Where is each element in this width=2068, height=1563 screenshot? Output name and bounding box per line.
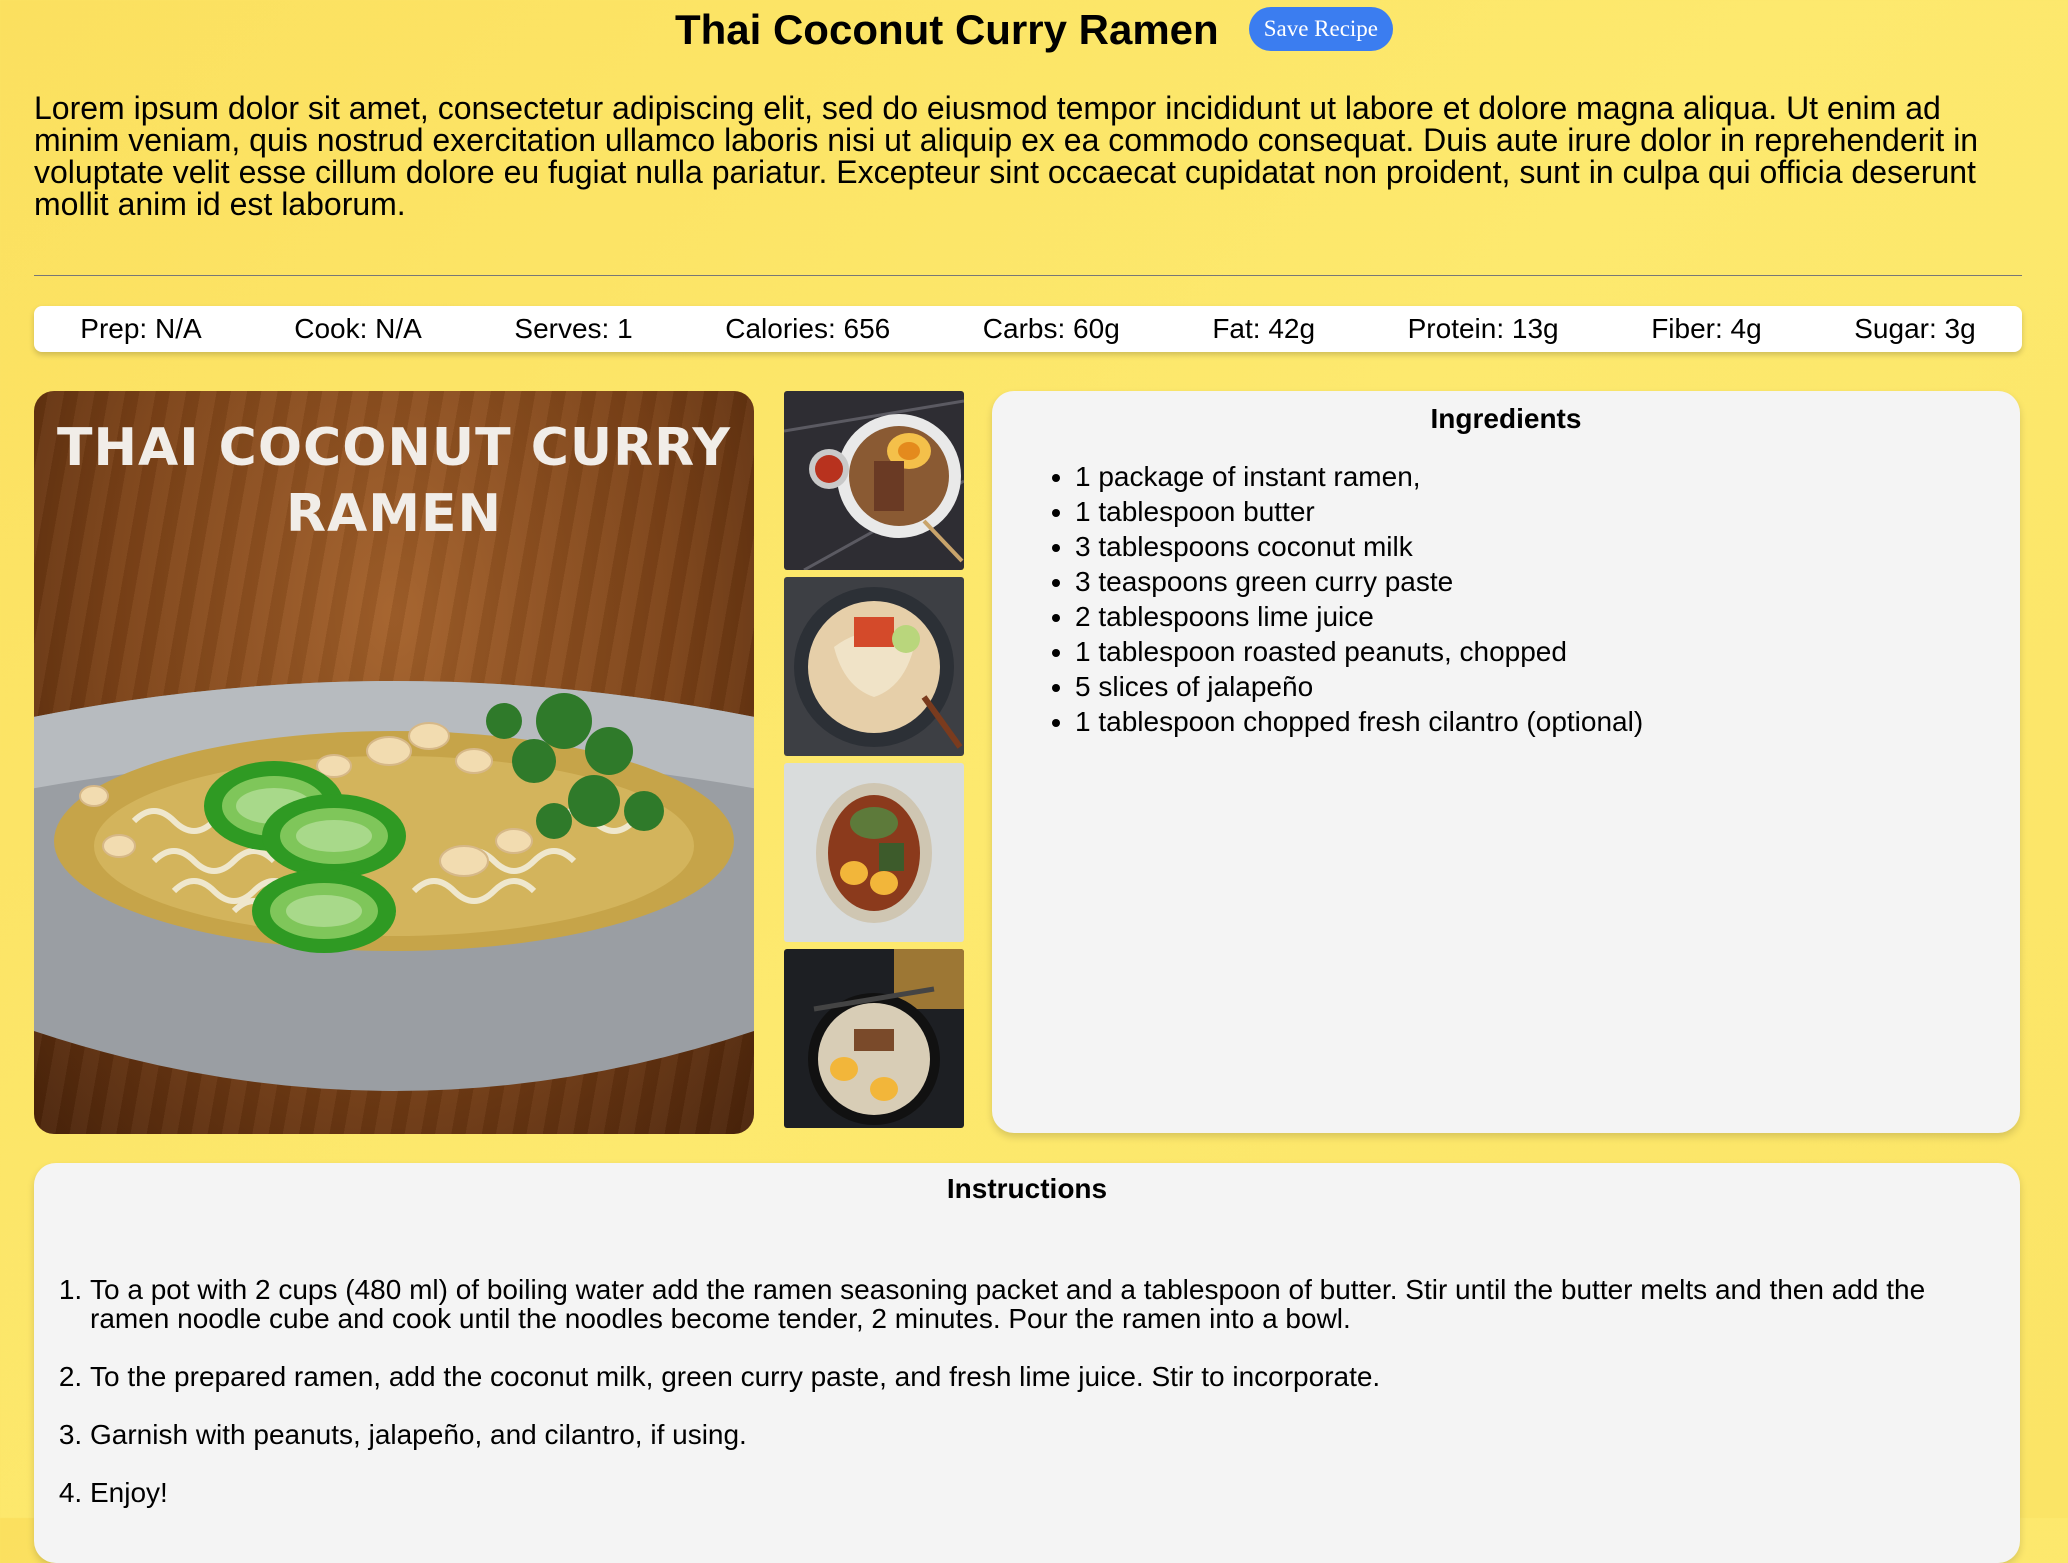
instruction-step: Garnish with peanuts, jalapeño, and cila… <box>90 1420 1940 1449</box>
ingredients-panel: Ingredients 1 package of instant ramen, … <box>992 391 2020 1133</box>
thumbnail-1[interactable] <box>784 391 964 570</box>
ingredient-item: 1 package of instant ramen, <box>1075 459 2020 494</box>
hero-overlay-title: THAI COCONUT CURRY RAMEN <box>56 418 732 544</box>
ingredient-item: 1 tablespoon roasted peanuts, chopped <box>1075 634 2020 669</box>
instructions-list: To a pot with 2 cups (480 ml) of boiling… <box>34 1275 2020 1507</box>
ingredient-item: 1 tablespoon butter <box>1075 494 2020 529</box>
stat-fiber: Fiber: 4g <box>1651 313 1762 344</box>
stat-sugar: Sugar: 3g <box>1854 313 1976 344</box>
instruction-step: Enjoy! <box>90 1478 1940 1507</box>
instruction-step: To a pot with 2 cups (480 ml) of boiling… <box>90 1275 1940 1333</box>
thumbnail-4[interactable] <box>784 949 964 1128</box>
ingredient-item: 5 slices of jalapeño <box>1075 669 2020 704</box>
nutrition-stats-bar: Prep: N/A Cook: N/A Serves: 1 Calories: … <box>34 306 2022 352</box>
page-header: Thai Coconut Curry Ramen Save Recipe <box>0 0 2068 60</box>
ingredient-item: 2 tablespoons lime juice <box>1075 599 2020 634</box>
ingredient-item: 3 teaspoons green curry paste <box>1075 564 2020 599</box>
hero-image: THAI COCONUT CURRY RAMEN <box>34 391 754 1134</box>
thumbnail-2[interactable] <box>784 577 964 756</box>
instructions-heading: Instructions <box>946 1173 1108 1204</box>
stat-prep: Prep: N/A <box>80 313 202 344</box>
ingredients-list: 1 package of instant ramen, 1 tablespoon… <box>992 459 2020 739</box>
divider <box>34 275 2022 276</box>
stat-calories: Calories: 656 <box>725 313 891 344</box>
instruction-step: To the prepared ramen, add the coconut m… <box>90 1362 1940 1391</box>
recipe-description: Lorem ipsum dolor sit amet, consectetur … <box>34 90 1979 222</box>
thumbnail-gallery <box>784 391 964 1135</box>
ingredients-heading: Ingredients <box>1430 403 1582 434</box>
stat-fat: Fat: 42g <box>1212 313 1316 344</box>
instructions-panel: Instructions To a pot with 2 cups (480 m… <box>34 1163 2020 1563</box>
ingredient-item: 1 tablespoon chopped fresh cilantro (opt… <box>1075 704 2020 739</box>
page-title: Thai Coconut Curry Ramen <box>674 6 1219 53</box>
thumbnail-3[interactable] <box>784 763 964 942</box>
save-recipe-button[interactable]: Save Recipe <box>1248 7 1394 51</box>
stat-cook: Cook: N/A <box>294 313 422 344</box>
ingredient-item: 3 tablespoons coconut milk <box>1075 529 2020 564</box>
stat-protein: Protein: 13g <box>1407 313 1559 344</box>
stat-serves: Serves: 1 <box>514 313 633 344</box>
stat-carbs: Carbs: 60g <box>982 313 1120 344</box>
